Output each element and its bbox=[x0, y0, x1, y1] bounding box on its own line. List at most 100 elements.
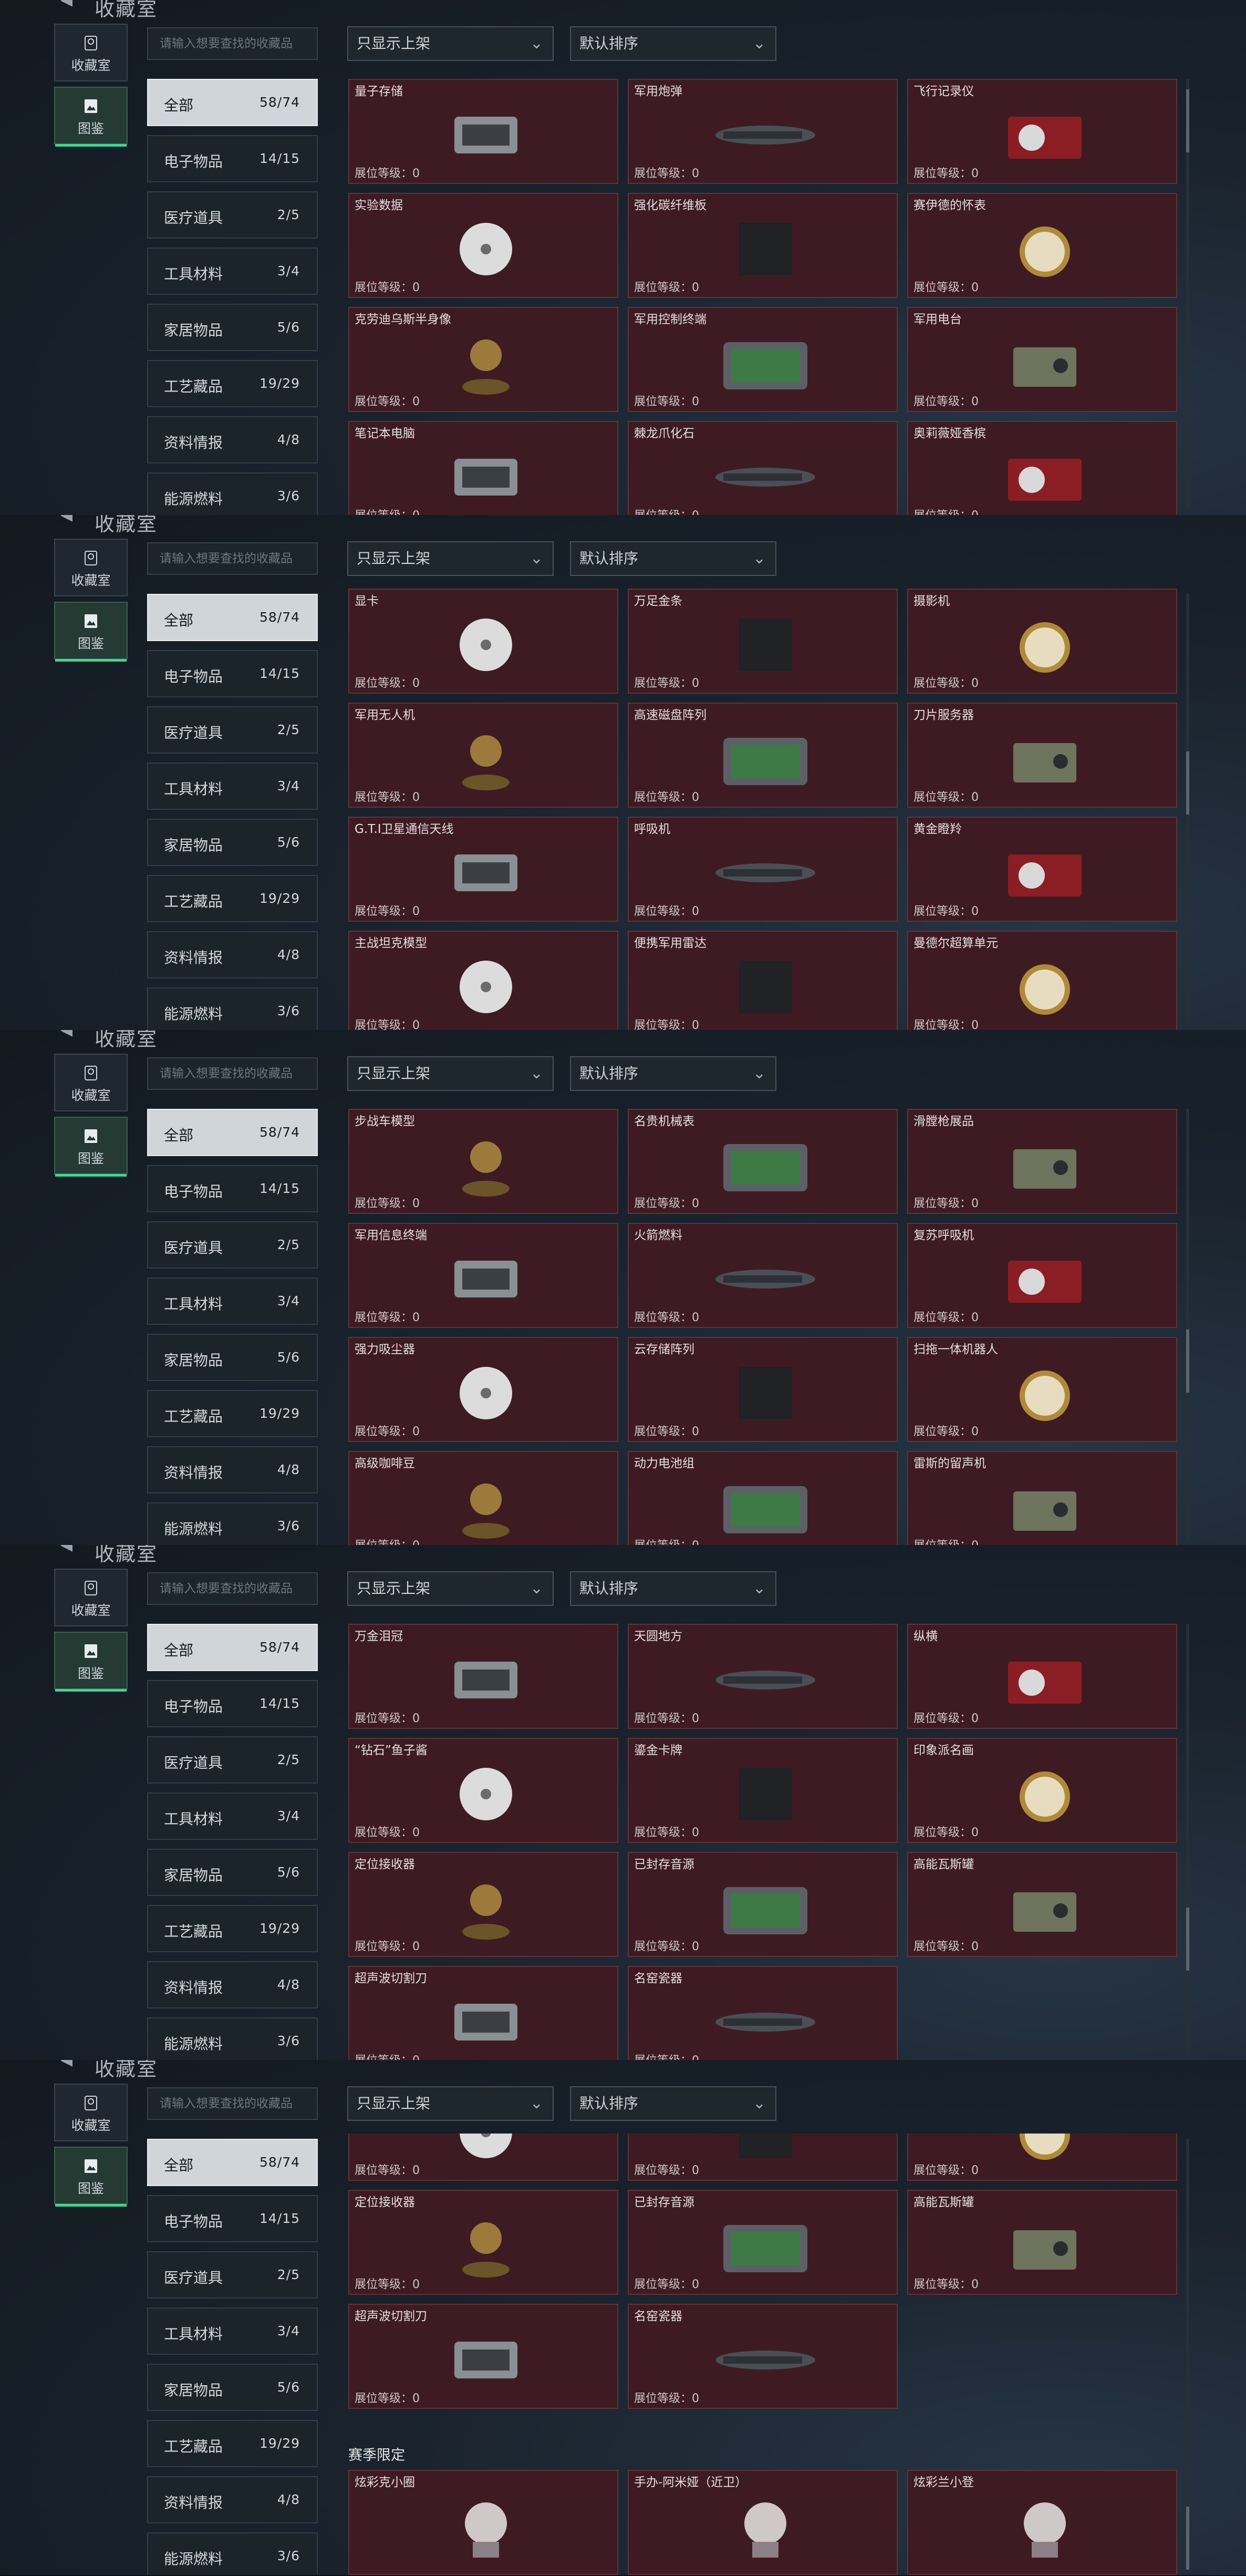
item-card[interactable]: 主战坦克模型 展位等级：0 bbox=[348, 931, 618, 1030]
category-tab[interactable]: 资料情报 4/8 bbox=[147, 1961, 318, 2008]
item-card[interactable]: 军用信息终端 展位等级：0 bbox=[348, 1223, 618, 1328]
scrollbar-thumb[interactable] bbox=[1186, 751, 1189, 815]
item-card[interactable]: 印象派名画 展位等级：0 bbox=[907, 1738, 1177, 1843]
item-card[interactable]: 高能瓦斯罐 展位等级：0 bbox=[907, 2190, 1177, 2295]
rail-collection-button[interactable]: 收藏室 bbox=[54, 2084, 128, 2141]
search-input[interactable]: 请输入想要查找的收藏品 bbox=[147, 2087, 318, 2120]
rail-collection-button[interactable]: 收藏室 bbox=[54, 539, 128, 596]
search-input[interactable]: 请输入想要查找的收藏品 bbox=[147, 27, 318, 60]
sort-dropdown[interactable]: 默认排序 ⌄ bbox=[570, 1571, 776, 1606]
rail-gallery-button[interactable]: 图鉴 bbox=[54, 1632, 128, 1692]
item-card[interactable]: 军用无人机 展位等级：0 bbox=[348, 703, 618, 808]
category-tab[interactable]: 全部 58/74 bbox=[147, 1624, 318, 1671]
item-card[interactable]: 军用电台 展位等级：0 bbox=[907, 307, 1177, 412]
item-card[interactable]: 天圆地方 展位等级：0 bbox=[628, 1624, 898, 1729]
category-tab[interactable]: 全部 58/74 bbox=[147, 2139, 318, 2186]
category-tab[interactable]: 全部 58/74 bbox=[147, 79, 318, 126]
category-tab[interactable]: 电子物品 14/15 bbox=[147, 135, 318, 182]
category-tab[interactable]: 资料情报 4/8 bbox=[147, 931, 318, 978]
item-card[interactable]: 摄影机 展位等级：0 bbox=[907, 589, 1177, 694]
scrollbar[interactable] bbox=[1186, 2139, 1189, 2570]
category-tab[interactable]: 电子物品 14/15 bbox=[147, 650, 318, 697]
season-item-card[interactable]: 手办-阿米娅（近卫） bbox=[628, 2470, 898, 2575]
item-card[interactable]: 动力电池组展位等级：0 bbox=[628, 1451, 898, 1545]
category-tab[interactable]: 家居物品 5/6 bbox=[147, 2364, 318, 2411]
item-card[interactable]: 高级咖啡豆展位等级：0 bbox=[348, 1451, 618, 1545]
item-card[interactable]: 黄金瞪羚 展位等级：0 bbox=[907, 817, 1177, 922]
item-card[interactable]: 名窑瓷器展位等级：0 bbox=[628, 1966, 898, 2060]
item-card[interactable]: 滑膛枪展品 展位等级：0 bbox=[907, 1109, 1177, 1214]
sort-dropdown[interactable]: 默认排序 ⌄ bbox=[570, 541, 776, 576]
category-tab[interactable]: 全部 58/74 bbox=[147, 1109, 318, 1156]
item-card[interactable]: “钻石”鱼子酱 展位等级：0 bbox=[348, 1738, 618, 1843]
category-tab[interactable]: 能源燃料 3/6 bbox=[147, 1502, 318, 1545]
rail-collection-button[interactable]: 收藏室 bbox=[54, 24, 128, 81]
category-tab[interactable]: 电子物品 14/15 bbox=[147, 1165, 318, 1212]
rail-collection-button[interactable]: 收藏室 bbox=[54, 1569, 128, 1626]
category-tab[interactable]: 工具材料 3/4 bbox=[147, 1277, 318, 1325]
category-tab[interactable]: 工具材料 3/4 bbox=[147, 1792, 318, 1840]
category-tab[interactable]: 工艺藏品 19/29 bbox=[147, 875, 318, 922]
category-tab[interactable]: 工艺藏品 19/29 bbox=[147, 2420, 318, 2467]
item-card[interactable]: 纵横 展位等级：0 bbox=[907, 1624, 1177, 1729]
scrollbar-thumb[interactable] bbox=[1186, 1330, 1189, 1393]
item-card[interactable]: 量子存储 展位等级：0 bbox=[348, 79, 618, 184]
item-card[interactable]: 高速磁盘阵列 展位等级：0 bbox=[628, 703, 898, 808]
item-card[interactable]: 定位接收器 展位等级：0 bbox=[348, 1852, 618, 1957]
category-tab[interactable]: 电子物品 14/15 bbox=[147, 1680, 318, 1727]
item-card[interactable]: 定位接收器 展位等级：0 bbox=[348, 2190, 618, 2295]
back-arrow-icon[interactable]: ◀ bbox=[60, 2060, 72, 2069]
item-card[interactable]: 刀片服务器 展位等级：0 bbox=[907, 703, 1177, 808]
item-card[interactable]: 呼吸机 展位等级：0 bbox=[628, 817, 898, 922]
item-card[interactable]: 克劳迪乌斯半身像 展位等级：0 bbox=[348, 307, 618, 412]
search-input[interactable]: 请输入想要查找的收藏品 bbox=[147, 542, 318, 575]
category-tab[interactable]: 工具材料 3/4 bbox=[147, 248, 318, 295]
sort-dropdown[interactable]: 默认排序 ⌄ bbox=[570, 1056, 776, 1091]
item-card[interactable]: 棘龙爪化石展位等级：0 bbox=[628, 421, 898, 515]
item-card[interactable]: 展位等级：0 bbox=[907, 2134, 1177, 2181]
category-tab[interactable]: 家居物品 5/6 bbox=[147, 1849, 318, 1896]
category-tab[interactable]: 医疗道具 2/5 bbox=[147, 191, 318, 239]
search-input[interactable]: 请输入想要查找的收藏品 bbox=[147, 1057, 318, 1090]
category-tab[interactable]: 资料情报 4/8 bbox=[147, 416, 318, 463]
item-card[interactable]: 扫拖一体机器人 展位等级：0 bbox=[907, 1337, 1177, 1442]
item-card[interactable]: 军用控制终端 展位等级：0 bbox=[628, 307, 898, 412]
item-card[interactable]: 展位等级：0 bbox=[348, 2134, 618, 2181]
scrollbar[interactable] bbox=[1186, 1624, 1189, 2055]
sort-dropdown[interactable]: 默认排序 ⌄ bbox=[570, 26, 776, 61]
item-card[interactable]: 步战车模型 展位等级：0 bbox=[348, 1109, 618, 1214]
item-card[interactable]: 高能瓦斯罐 展位等级：0 bbox=[907, 1852, 1177, 1957]
category-tab[interactable]: 能源燃料 3/6 bbox=[147, 2017, 318, 2060]
item-card[interactable]: 展位等级：0 bbox=[628, 2134, 898, 2181]
category-tab[interactable]: 医疗道具 2/5 bbox=[147, 706, 318, 754]
category-tab[interactable]: 工具材料 3/4 bbox=[147, 2307, 318, 2355]
item-card[interactable]: 军用炮弹 展位等级：0 bbox=[628, 79, 898, 184]
show-listed-dropdown[interactable]: 只显示上架 ⌄ bbox=[347, 541, 554, 576]
season-item-card[interactable]: 炫彩兰小登 bbox=[907, 2470, 1177, 2575]
category-tab[interactable]: 医疗道具 2/5 bbox=[147, 2251, 318, 2299]
item-card[interactable]: 超声波切割刀展位等级：0 bbox=[348, 1966, 618, 2060]
back-arrow-icon[interactable]: ◀ bbox=[60, 1545, 72, 1554]
search-input[interactable]: 请输入想要查找的收藏品 bbox=[147, 1572, 318, 1605]
category-tab[interactable]: 全部 58/74 bbox=[147, 594, 318, 641]
category-tab[interactable]: 工艺藏品 19/29 bbox=[147, 1390, 318, 1437]
category-tab[interactable]: 工具材料 3/4 bbox=[147, 763, 318, 810]
scrollbar[interactable] bbox=[1186, 79, 1189, 510]
scrollbar-thumb[interactable] bbox=[1186, 2507, 1189, 2570]
item-card[interactable]: 强化碳纤维板 展位等级：0 bbox=[628, 193, 898, 298]
rail-gallery-button[interactable]: 图鉴 bbox=[54, 602, 128, 662]
item-card[interactable]: 显卡 展位等级：0 bbox=[348, 589, 618, 694]
back-arrow-icon[interactable]: ◀ bbox=[60, 0, 72, 9]
category-tab[interactable]: 能源燃料 3/6 bbox=[147, 472, 318, 515]
rail-gallery-button[interactable]: 图鉴 bbox=[54, 1117, 128, 1177]
rail-gallery-button[interactable]: 图鉴 bbox=[54, 2147, 128, 2207]
item-card[interactable]: 名贵机械表 展位等级：0 bbox=[628, 1109, 898, 1214]
back-arrow-icon[interactable]: ◀ bbox=[60, 515, 72, 524]
category-tab[interactable]: 工艺藏品 19/29 bbox=[147, 1905, 318, 1952]
category-tab[interactable]: 资料情报 4/8 bbox=[147, 1446, 318, 1493]
rail-gallery-button[interactable]: 图鉴 bbox=[54, 87, 128, 147]
item-card[interactable]: 已封存音源 展位等级：0 bbox=[628, 2190, 898, 2295]
category-tab[interactable]: 电子物品 14/15 bbox=[147, 2195, 318, 2242]
sort-dropdown[interactable]: 默认排序 ⌄ bbox=[570, 2086, 776, 2121]
category-tab[interactable]: 医疗道具 2/5 bbox=[147, 1736, 318, 1784]
